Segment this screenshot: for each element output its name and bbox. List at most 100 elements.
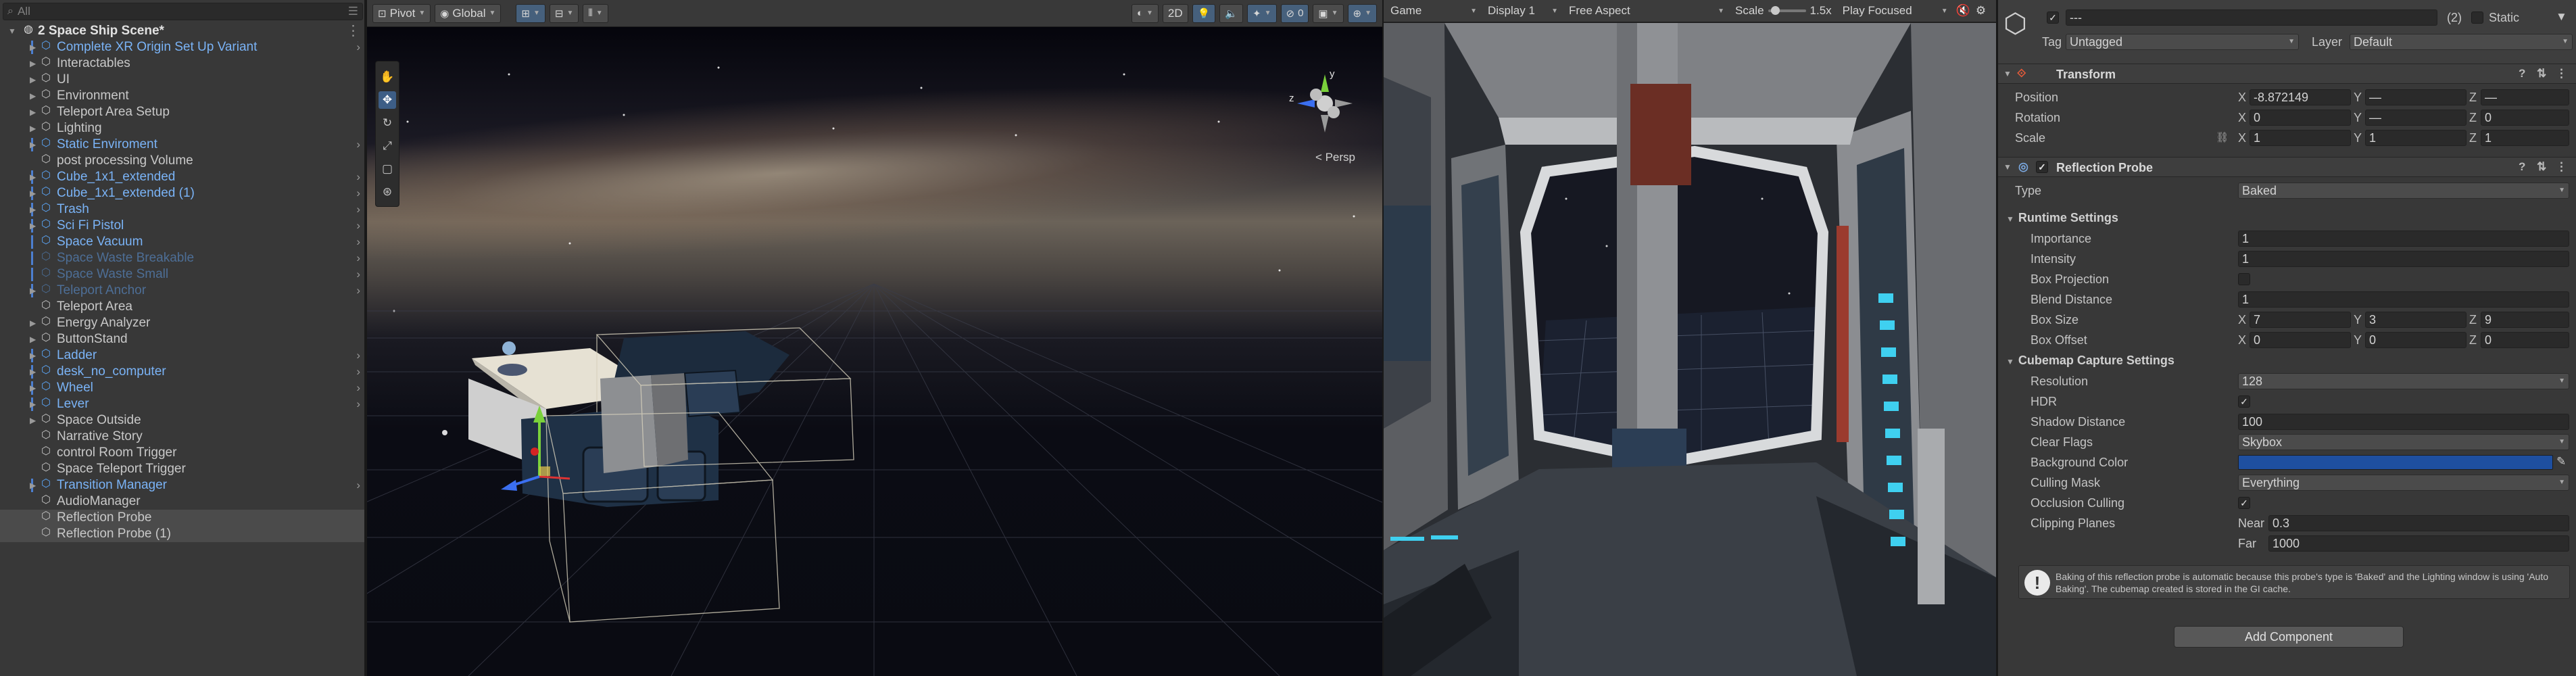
effects-toggle[interactable]: ✦ ▼ [1247, 3, 1277, 23]
increment-snap-button[interactable]: ⊟ ▼ [549, 3, 579, 23]
open-prefab-arrow-icon[interactable]: › [356, 169, 360, 185]
hierarchy-item[interactable]: ⬡ Reflection Probe [0, 510, 364, 526]
scale-slider-thumb[interactable] [1770, 6, 1780, 15]
move-tool-icon[interactable]: ✥ [379, 91, 396, 109]
scene-visibility-toggle[interactable]: ⊘ 0 [1280, 3, 1309, 23]
far-field[interactable]: 1000 [2268, 535, 2569, 552]
expand-arrow-icon[interactable]: ▶ [30, 39, 36, 55]
hdr-checkbox[interactable]: ✓ [2238, 395, 2250, 408]
hierarchy-item[interactable]: ⬡ Teleport Area [0, 299, 364, 315]
open-prefab-arrow-icon[interactable]: › [356, 201, 360, 218]
expand-arrow-icon[interactable]: ▶ [30, 72, 36, 88]
background-color-swatch[interactable] [2238, 455, 2553, 470]
hierarchy-item[interactable]: ▶ ⬡ Teleport Anchor › [0, 283, 364, 299]
open-prefab-arrow-icon[interactable]: › [356, 137, 360, 153]
hierarchy-item[interactable]: ⬡ post processing Volume [0, 153, 364, 169]
transform-header[interactable]: ▼ ⟐ Transform ? ⇅ ⋮ [1998, 64, 2576, 84]
eyedropper-icon[interactable]: ✎ [2556, 455, 2566, 468]
preset-icon[interactable]: ⇅ [2537, 67, 2546, 80]
blend-distance-field[interactable]: 1 [2238, 291, 2569, 308]
scale-y-field[interactable]: 1 [2365, 130, 2466, 146]
importance-field[interactable]: 1 [2238, 231, 2569, 247]
hierarchy-item[interactable]: ▶ ⬡ ButtonStand [0, 331, 364, 347]
rect-tool-icon[interactable]: ▢ [379, 160, 396, 178]
scale-tool-icon[interactable]: ⤢ [379, 137, 396, 155]
hierarchy-item[interactable]: ▶ ⬡ UI [0, 72, 364, 88]
orientation-gizmo-icon[interactable]: y z [1288, 66, 1362, 141]
open-prefab-arrow-icon[interactable]: › [356, 234, 360, 250]
scale-slider[interactable] [1768, 6, 1806, 15]
occlusion-culling-checkbox[interactable]: ✓ [2238, 497, 2250, 509]
expand-arrow-icon[interactable]: ▶ [30, 364, 36, 380]
hierarchy-item[interactable]: ⬡ Narrative Story [0, 429, 364, 445]
hierarchy-item[interactable]: ▶ ⬡ Complete XR Origin Set Up Variant › [0, 39, 364, 55]
box-offset-y-field[interactable]: 0 [2365, 332, 2466, 348]
more-options-icon[interactable]: ⋮ [346, 23, 360, 39]
open-prefab-arrow-icon[interactable]: › [356, 477, 360, 493]
scale-x-field[interactable]: 1 [2250, 130, 2351, 146]
hierarchy-item[interactable]: ▶ ⬡ Interactables [0, 55, 364, 72]
play-focused-selector[interactable]: Play Focused ▼ [1840, 4, 1951, 18]
camera-settings-button[interactable]: ▣ ▼ [1313, 3, 1344, 23]
2d-toggle[interactable]: 2D [1162, 3, 1188, 23]
perspective-label[interactable]: < Persp [1315, 151, 1355, 164]
rotate-tool-icon[interactable]: ↻ [379, 114, 396, 132]
expand-arrow-icon[interactable]: ▶ [30, 169, 36, 185]
expand-arrow-icon[interactable]: ▶ [30, 104, 36, 120]
position-x-field[interactable]: -8.872149 [2250, 89, 2351, 105]
hierarchy-item[interactable]: ▶ ⬡ Static Enviroment › [0, 137, 364, 153]
hierarchy-item[interactable]: ▶ ⬡ Lighting [0, 120, 364, 137]
clear-flags-dropdown[interactable]: Skybox ▼ [2238, 434, 2569, 450]
pivot-toggle[interactable]: ⊡ Pivot ▼ [372, 3, 431, 23]
hierarchy-item[interactable]: ▶ ⬡ Environment [0, 88, 364, 104]
box-size-z-field[interactable]: 9 [2481, 312, 2569, 328]
expand-arrow-icon[interactable]: ▶ [30, 283, 36, 299]
game-view-selector[interactable]: Game ▼ [1388, 4, 1480, 18]
component-menu-icon[interactable]: ⋮ [2556, 67, 2567, 80]
hierarchy-item[interactable]: ⬡ Reflection Probe (1) [0, 526, 364, 542]
hierarchy-item[interactable]: ⬡ Space Waste Breakable › [0, 250, 364, 266]
type-dropdown[interactable]: Baked ▼ [2238, 183, 2569, 199]
runtime-settings-header[interactable]: ▼ Runtime Settings [2006, 211, 2118, 225]
component-menu-icon[interactable]: ⋮ [2556, 160, 2567, 174]
lighting-toggle[interactable]: 💡 [1192, 3, 1216, 23]
box-size-y-field[interactable]: 3 [2365, 312, 2466, 328]
intensity-field[interactable]: 1 [2238, 251, 2569, 267]
open-prefab-arrow-icon[interactable]: › [356, 396, 360, 412]
hierarchy-item[interactable]: ▶ ⬡ Energy Analyzer [0, 315, 364, 331]
expand-arrow-icon[interactable]: ▶ [30, 88, 36, 104]
filter-icon[interactable]: ☰ [348, 5, 358, 18]
position-y-field[interactable]: — [2365, 89, 2466, 105]
hierarchy-item[interactable]: ▶ ⬡ Wheel › [0, 380, 364, 396]
hand-tool-icon[interactable]: ✋ [379, 68, 396, 86]
hierarchy-item[interactable]: ⬡ Space Teleport Trigger [0, 461, 364, 477]
rotation-y-field[interactable]: — [2365, 110, 2466, 126]
open-prefab-arrow-icon[interactable]: › [356, 218, 360, 234]
hierarchy-item[interactable]: ▶ ⬡ Ladder › [0, 347, 364, 364]
open-prefab-arrow-icon[interactable]: › [356, 185, 360, 201]
tag-dropdown[interactable]: Untagged ▼ [2066, 34, 2299, 50]
preset-icon[interactable]: ⇅ [2537, 160, 2546, 174]
draw-mode-button[interactable]: ◐ ▼ [1131, 3, 1159, 23]
scale-z-field[interactable]: 1 [2481, 130, 2569, 146]
box-offset-x-field[interactable]: 0 [2250, 332, 2351, 348]
hierarchy-item[interactable]: ▶ ⬡ Cube_1x1_extended › [0, 169, 364, 185]
object-name-field[interactable]: --- [2066, 9, 2437, 26]
fold-arrow-icon[interactable]: ▼ [2006, 214, 2014, 224]
hierarchy-item[interactable]: ⬡ Space Vacuum › [0, 234, 364, 250]
hierarchy-item[interactable]: ▶ ⬡ Space Outside [0, 412, 364, 429]
component-enabled-checkbox[interactable]: ✓ [2036, 161, 2048, 173]
cubemap-settings-header[interactable]: ▼ Cubemap Capture Settings [2006, 354, 2174, 368]
box-size-x-field[interactable]: 7 [2250, 312, 2351, 328]
reflection-probe-header[interactable]: ▼ ◎ ✓ Reflection Probe ? ⇅ ⋮ [1998, 157, 2576, 177]
grid-snap-button[interactable]: ⊞ ▼ [516, 3, 545, 23]
fold-arrow-icon[interactable]: ▼ [2003, 69, 2012, 78]
open-prefab-arrow-icon[interactable]: › [356, 250, 360, 266]
expand-arrow-icon[interactable]: ▶ [30, 331, 36, 347]
hierarchy-item[interactable]: ▶ ⬡ Lever › [0, 396, 364, 412]
expand-arrow-icon[interactable]: ▶ [30, 137, 36, 153]
settings-gear-icon[interactable]: ⚙ [1976, 4, 1986, 18]
align-button[interactable]: ⫴ ▼ [583, 3, 608, 23]
expand-arrow-icon[interactable]: ▶ [30, 347, 36, 364]
active-checkbox[interactable]: ✓ [2047, 11, 2059, 24]
